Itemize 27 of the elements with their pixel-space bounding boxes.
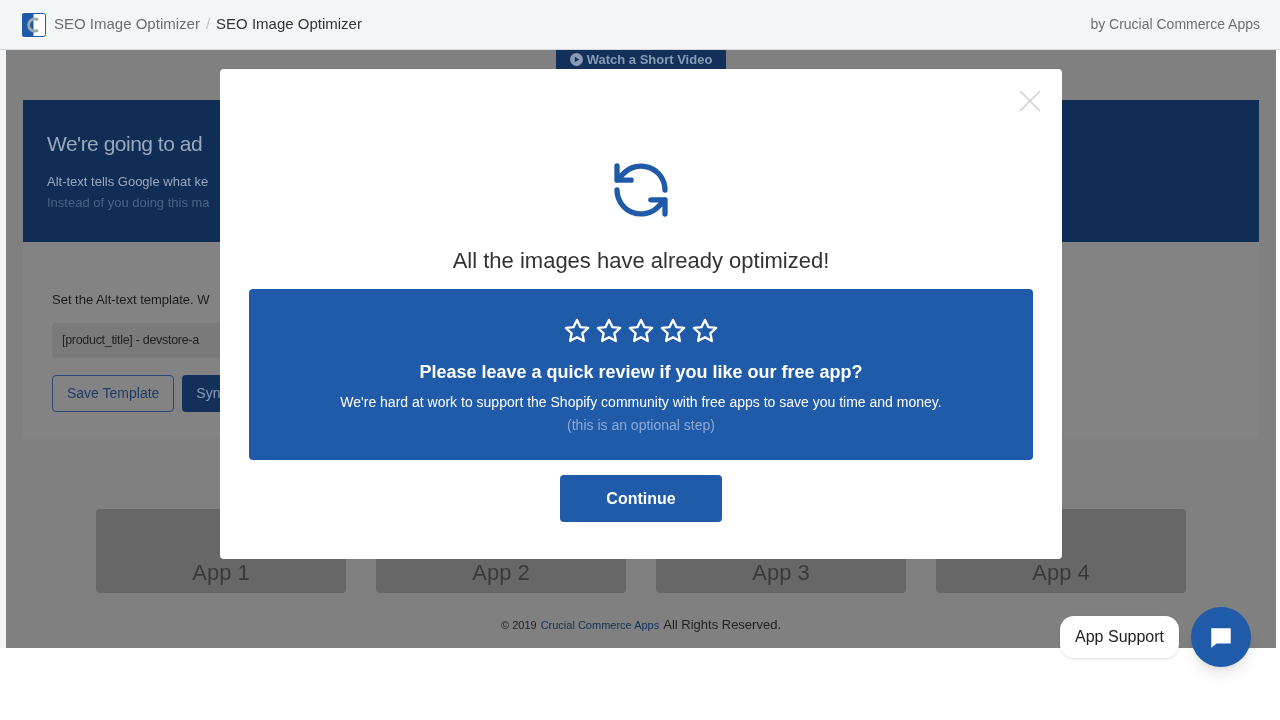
footer-link[interactable]: Crucial Commerce Apps bbox=[540, 617, 660, 634]
star-icon[interactable] bbox=[563, 317, 591, 345]
byline: by Crucial Commerce Apps bbox=[1090, 15, 1260, 34]
review-heading: Please leave a quick review if you like our free app? bbox=[419, 361, 863, 384]
app-logo-icon bbox=[22, 12, 46, 37]
breadcrumb-separator: / bbox=[205, 14, 211, 35]
star-icon[interactable] bbox=[659, 317, 687, 345]
banner-text: Instead of you doing this ma bbox=[47, 194, 211, 212]
play-icon bbox=[569, 53, 583, 66]
app-support-label[interactable]: App Support bbox=[1060, 616, 1179, 658]
star-icon[interactable] bbox=[595, 317, 623, 345]
close-icon bbox=[1018, 89, 1042, 113]
video-button[interactable]: Watch a Short Video bbox=[555, 50, 727, 69]
continue-button[interactable]: Continue bbox=[560, 475, 722, 522]
modal-title: All the images have already optimized! bbox=[452, 247, 830, 275]
template-button[interactable]: Save Template bbox=[52, 374, 175, 412]
template-label: Set the Alt-text template. W bbox=[52, 291, 211, 309]
star-icon[interactable] bbox=[691, 317, 719, 345]
optional-note: (this is an optional step) bbox=[567, 416, 715, 435]
star-icon[interactable] bbox=[627, 317, 655, 345]
review-text: We're hard at work to support the Shopify community with free apps to save you time and money. bbox=[340, 393, 942, 412]
breadcrumb-current: SEO Image Optimizer bbox=[216, 14, 362, 35]
banner-text: Alt-text tells Google what ke bbox=[47, 172, 210, 191]
copyright-text: © 2019 bbox=[501, 618, 537, 633]
copyright-text: All Rights Reserved. bbox=[663, 616, 781, 634]
banner-title: We're going to ad bbox=[47, 131, 204, 157]
breadcrumb-link[interactable]: SEO Image Optimizer bbox=[54, 13, 200, 36]
